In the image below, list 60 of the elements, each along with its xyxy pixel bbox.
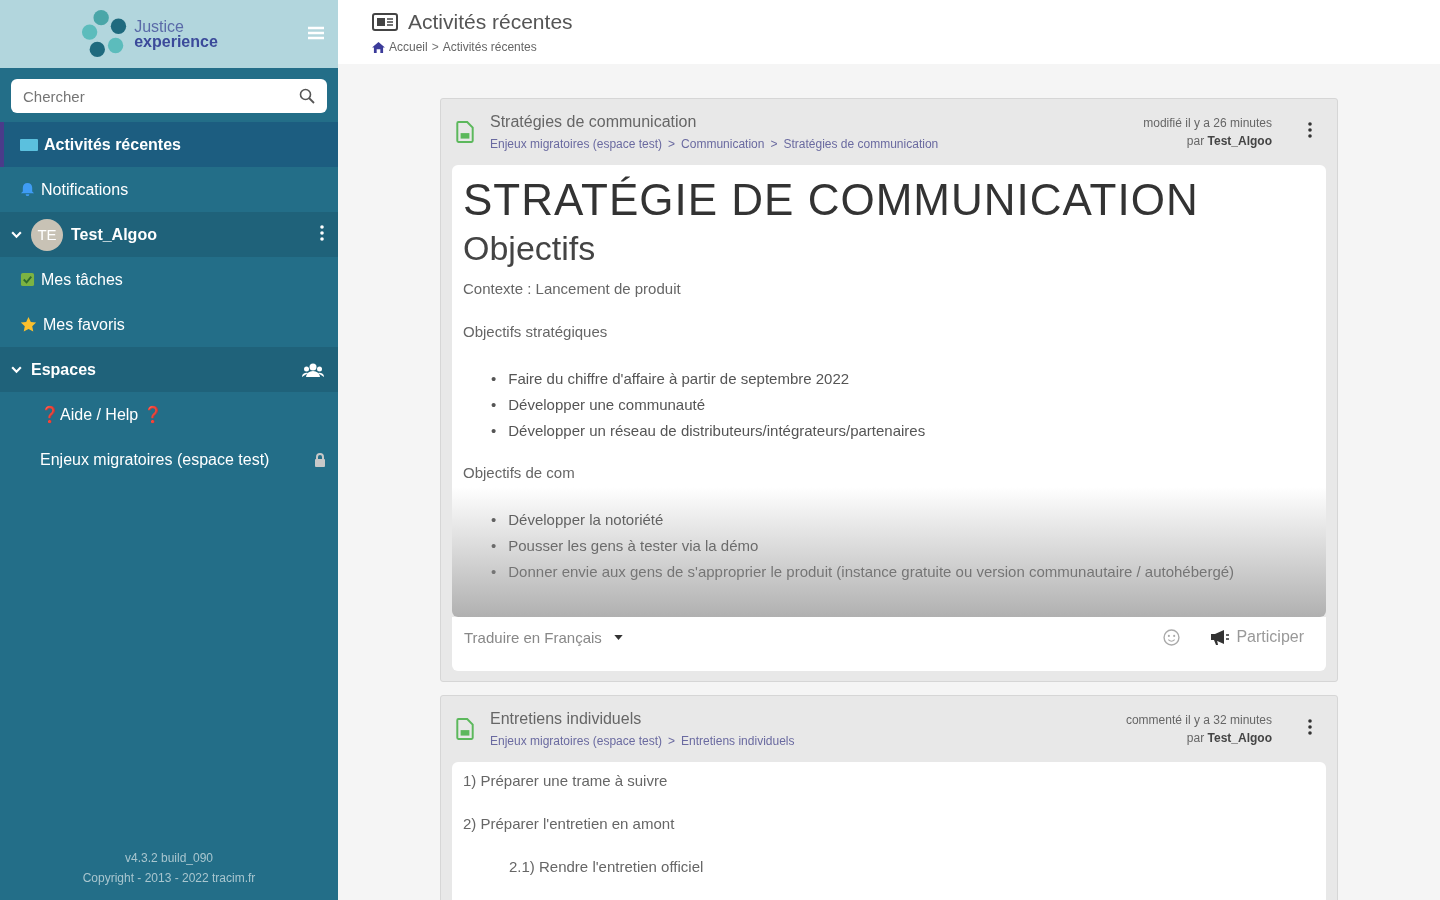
path-link[interactable]: Communication	[681, 137, 765, 151]
list-item: • Développer un réseau de distributeurs/intégrateurs/partenaires	[491, 421, 927, 441]
document-subheading: Objectifs	[463, 229, 597, 268]
page-title: Activités récentes	[408, 10, 573, 34]
more-icon[interactable]	[1308, 719, 1312, 735]
paragraph: 2) Préparer l'entretien en amont	[463, 815, 676, 832]
logo-text: Justice experience	[134, 19, 218, 49]
version-text: v4.3.2 build_090	[123, 850, 215, 867]
sidebar-item[interactable]: Notifications	[0, 167, 338, 212]
path-link[interactable]: Enjeux migratoires (espace test)	[490, 734, 663, 748]
activity-time: commenté il y a 32 minutes	[1125, 712, 1272, 729]
space-item[interactable]: Enjeux migratoires (espace test)	[0, 437, 338, 482]
participate-button[interactable]: Participer	[1210, 628, 1304, 646]
breadcrumb-link[interactable]: Accueil	[389, 40, 428, 54]
breadcrumb-separator: >	[431, 40, 439, 54]
path-separator: >	[668, 137, 676, 151]
bell-icon	[20, 182, 35, 197]
path-link[interactable]: Enjeux migratoires (espace test)	[490, 137, 663, 151]
home-icon[interactable]	[372, 41, 385, 53]
activity-author: par Test_Algoo	[1185, 730, 1272, 747]
list-item: • Donner envie aux gens de s'approprier le produit (instance gratuite ou version communautaire / autohébergé)	[491, 562, 1236, 582]
caret-icon[interactable]	[613, 634, 623, 640]
list-item: • Faire du chiffre d'affaire à partir de septembre 2022	[491, 369, 851, 389]
more-icon[interactable]	[1308, 122, 1312, 138]
group-icon[interactable]	[302, 362, 324, 377]
megaphone-icon	[1210, 629, 1231, 645]
path-link[interactable]: Stratégies de communication	[783, 137, 939, 151]
list-item: • Développer la notoriété	[491, 510, 665, 530]
paragraph: Objectifs stratégiques	[463, 323, 609, 340]
sidebar-item[interactable]: Mes favoris	[0, 302, 338, 347]
paragraph: Objectifs de com	[463, 464, 576, 481]
sidebar-item[interactable]: Activités récentes	[0, 122, 338, 167]
activity-time: modifié il y a 26 minutes	[1143, 115, 1272, 132]
avatar: TE	[31, 218, 63, 251]
activity-author: par Test_Algoo	[1185, 133, 1272, 150]
star-icon	[20, 316, 37, 333]
user-row[interactable]: TE Test_Algoo	[0, 212, 338, 257]
checkbox-icon	[20, 272, 35, 287]
document-icon	[456, 718, 474, 740]
sidebar-item[interactable]: Mes tâches	[0, 257, 338, 302]
search-icon[interactable]	[299, 88, 315, 104]
more-icon[interactable]	[320, 224, 324, 241]
section-header[interactable]: Espaces	[0, 347, 338, 392]
paragraph: Contexte : Lancement de produit	[463, 280, 682, 297]
document-heading: STRATÉGIE DE COMMUNICATION	[463, 175, 1200, 225]
list-item: • Pousser les gens à tester via la démo	[491, 536, 760, 556]
list-item: • Développer une communauté	[491, 395, 707, 415]
translate-button[interactable]: Traduire en Français	[464, 628, 623, 646]
space-item[interactable]: ❓Aide / Help ❓	[0, 392, 338, 437]
breadcrumb-link[interactable]: Activités récentes	[442, 40, 537, 54]
paragraph: 1) Préparer une trame à suivre	[463, 772, 669, 789]
paragraph: 2.1) Rendre l'entretien officiel	[509, 858, 705, 875]
path-link[interactable]: Entretiens individuels	[681, 734, 795, 748]
search-field[interactable]: Chercher	[11, 79, 327, 113]
path-separator: >	[668, 734, 676, 748]
card-title[interactable]: Stratégies de communication	[490, 113, 1128, 131]
document-icon	[456, 121, 474, 143]
path-separator: >	[770, 137, 778, 151]
copyright-text: Copyright - 2013 - 2022 tracim.fr	[81, 870, 257, 887]
card-title[interactable]: Entretiens individuels	[490, 710, 1110, 728]
